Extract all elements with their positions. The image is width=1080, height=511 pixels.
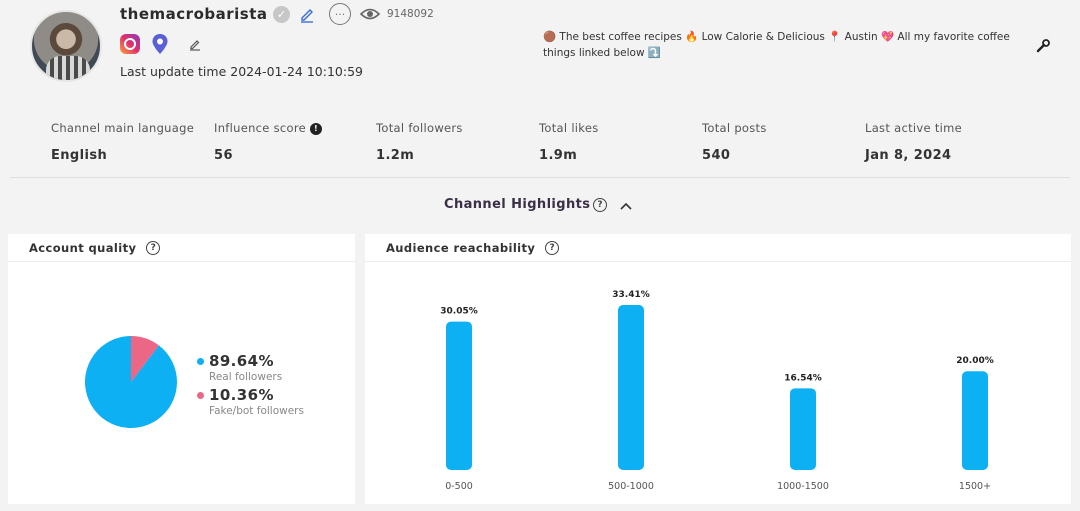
stat-label: Influence score bbox=[214, 121, 307, 135]
real-followers-pct: 89.64% bbox=[209, 352, 274, 370]
bar-data-label: 20.00% bbox=[956, 356, 994, 366]
stat-total-posts: Total posts 540 bbox=[702, 121, 767, 163]
edit-icon[interactable] bbox=[299, 6, 315, 23]
divider bbox=[10, 177, 1070, 178]
bar-500-1000 bbox=[618, 305, 644, 470]
bar-data-label: 30.05% bbox=[440, 307, 478, 317]
stat-label: Total followers bbox=[376, 121, 463, 135]
stat-total-followers: Total followers 1.2m bbox=[376, 121, 463, 163]
eye-id-icon bbox=[360, 7, 380, 21]
help-icon[interactable]: ? bbox=[593, 198, 607, 212]
avatar-figure bbox=[46, 56, 90, 80]
stat-value: English bbox=[51, 148, 108, 163]
stat-value: 1.9m bbox=[539, 148, 578, 163]
instagram-icon[interactable] bbox=[120, 34, 140, 54]
x-tick-label: 0-500 bbox=[445, 481, 473, 492]
help-icon[interactable]: ? bbox=[545, 240, 560, 255]
bar-data-label: 16.54% bbox=[784, 373, 822, 383]
stat-value: 56 bbox=[214, 148, 233, 163]
bar-1000-1500 bbox=[790, 388, 816, 470]
channel-bio: 🟤 The best coffee recipes 🔥 Low Calorie … bbox=[543, 31, 1010, 59]
legend-dot-real bbox=[197, 358, 204, 365]
info-icon[interactable]: ! bbox=[310, 122, 323, 135]
bar-1500+ bbox=[962, 371, 988, 470]
stat-label: Channel main language bbox=[51, 121, 195, 135]
legend-fake: 10.36% Fake/bot followers bbox=[197, 386, 304, 417]
card-title: Account quality bbox=[29, 240, 137, 255]
edit-location-icon[interactable] bbox=[188, 37, 202, 51]
stat-value: 1.2m bbox=[376, 148, 415, 163]
audience-reachability-chart: 30.05% 0-500 33.41% 500-1000 16.54% 1000-1500… bbox=[440, 290, 994, 492]
last-update-time: Last update time 2024-01-24 10:10:59 bbox=[120, 64, 363, 79]
avatar bbox=[30, 10, 102, 82]
stat-value: 540 bbox=[702, 148, 731, 163]
chevron-up-icon[interactable] bbox=[619, 198, 633, 212]
bar-data-label: 33.41% bbox=[612, 290, 650, 300]
stat-label: Last active time bbox=[865, 121, 963, 135]
stat-last-active: Last active time Jan 8, 2024 bbox=[865, 121, 962, 163]
legend-real: 89.64% Real followers bbox=[197, 352, 282, 383]
stat-label: Total likes bbox=[539, 121, 599, 135]
x-tick-label: 1000-1500 bbox=[777, 481, 829, 492]
wrench-icon[interactable] bbox=[1035, 38, 1051, 54]
card-title: Audience reachability bbox=[386, 240, 536, 255]
fake-followers-pct: 10.36% bbox=[209, 386, 274, 404]
bar-0-500 bbox=[446, 321, 472, 470]
account-quality-card: Account quality ? 89.64% Real followers … bbox=[8, 234, 355, 504]
verified-icon: ✓ bbox=[273, 6, 290, 23]
channel-highlights-title[interactable]: Channel Highlights bbox=[444, 197, 590, 212]
stat-total-likes: Total likes 1.9m bbox=[539, 121, 599, 163]
stat-language: Channel main language English bbox=[51, 121, 194, 163]
real-followers-label: Real followers bbox=[209, 371, 283, 383]
username: themacrobarista bbox=[120, 5, 268, 23]
help-icon[interactable]: ? bbox=[146, 240, 161, 255]
stat-label: Total posts bbox=[702, 121, 767, 135]
stat-influence-score: Influence score! 56 bbox=[214, 121, 323, 163]
x-tick-label: 500-1000 bbox=[608, 481, 654, 492]
channel-id: 9148092 bbox=[387, 8, 434, 20]
chat-icon[interactable]: ··· bbox=[329, 3, 351, 25]
legend-dot-fake bbox=[197, 392, 204, 399]
audience-reachability-card: Audience reachability ? 30.05% 0-500 33.41… bbox=[365, 234, 1071, 504]
stat-value: Jan 8, 2024 bbox=[865, 148, 952, 163]
account-quality-pie bbox=[85, 336, 177, 428]
location-pin-icon[interactable] bbox=[151, 33, 169, 55]
card-header: Account quality ? bbox=[8, 234, 355, 262]
x-tick-label: 1500+ bbox=[959, 481, 991, 492]
fake-followers-label: Fake/bot followers bbox=[209, 405, 304, 417]
card-header: Audience reachability ? bbox=[365, 234, 1071, 262]
